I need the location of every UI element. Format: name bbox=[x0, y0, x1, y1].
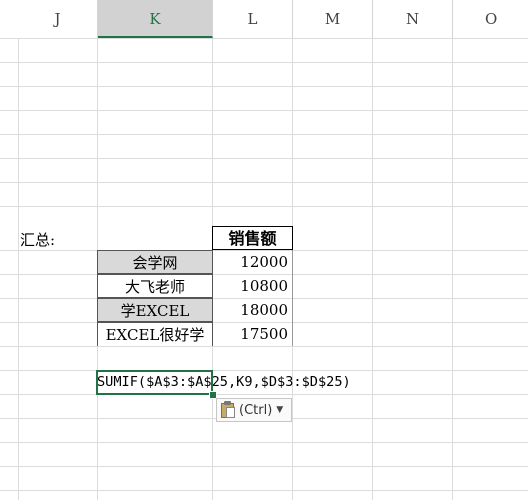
name-cell[interactable]: 会学网 bbox=[97, 250, 213, 274]
grid-line bbox=[0, 62, 528, 63]
sales-header-cell[interactable]: 销售额 bbox=[212, 226, 293, 250]
paste-options-button[interactable]: (Ctrl) ▼ bbox=[216, 398, 292, 422]
column-header-m[interactable]: M bbox=[293, 0, 373, 38]
grid-line bbox=[372, 38, 373, 500]
name-cell[interactable]: 大飞老师 bbox=[97, 274, 213, 298]
paste-options-label: (Ctrl) bbox=[239, 402, 273, 418]
value-cell[interactable]: 18000 bbox=[212, 298, 293, 322]
value-cell[interactable]: 12000 bbox=[212, 250, 293, 274]
grid-line bbox=[0, 134, 528, 135]
column-header-j[interactable]: J bbox=[18, 0, 98, 38]
grid-line bbox=[0, 158, 528, 159]
grid-line bbox=[0, 86, 528, 87]
clipboard-icon bbox=[220, 401, 236, 419]
grid-line bbox=[18, 38, 19, 500]
grid-line bbox=[0, 466, 528, 467]
grid-line bbox=[0, 110, 528, 111]
column-header-n[interactable]: N bbox=[373, 0, 453, 38]
value-cell[interactable]: 17500 bbox=[212, 322, 293, 346]
grid-line bbox=[0, 38, 528, 39]
active-cell-selection[interactable] bbox=[96, 370, 213, 395]
column-header-o[interactable]: O bbox=[453, 0, 528, 38]
grid-line bbox=[0, 490, 528, 491]
grid-line bbox=[0, 206, 528, 207]
column-header-row: J K L M N O bbox=[0, 0, 528, 38]
column-header-k[interactable]: K bbox=[98, 0, 213, 38]
grid-line bbox=[452, 38, 453, 500]
value-cell[interactable]: 10800 bbox=[212, 274, 293, 298]
name-cell[interactable]: EXCEL很好学 bbox=[97, 322, 213, 346]
grid-line bbox=[0, 346, 528, 347]
chevron-down-icon: ▼ bbox=[276, 405, 284, 415]
grid-line bbox=[0, 394, 528, 395]
grid-line bbox=[0, 182, 528, 183]
summary-label[interactable]: 汇总: bbox=[20, 230, 55, 250]
name-cell[interactable]: 学EXCEL bbox=[97, 298, 213, 322]
grid-line bbox=[0, 442, 528, 443]
column-header-l[interactable]: L bbox=[213, 0, 293, 38]
